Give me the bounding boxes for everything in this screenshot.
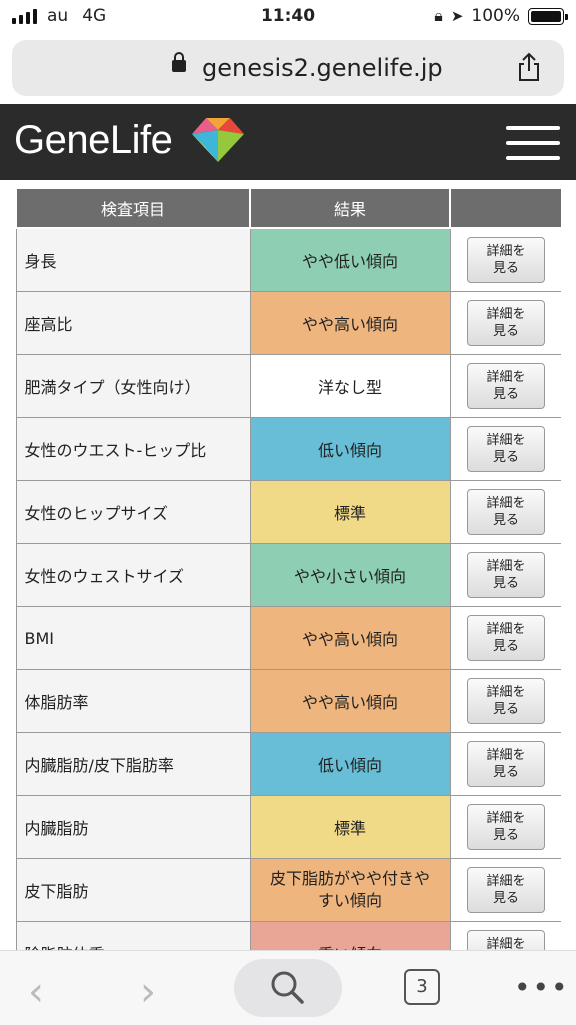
row-item-name: 身長 — [15, 227, 251, 292]
status-bar: au 4G 11:40 🔒︎ ➤ 100% — [0, 0, 576, 34]
gem-logo-icon — [192, 118, 244, 162]
results-table: 検査項目 結果 身長 やや低い傾向 詳細を 見る 座高比 やや高い傾向 詳細を 見る 肥満タイプ… — [15, 187, 561, 950]
details-button[interactable]: 詳細を見る — [467, 930, 545, 950]
search-icon — [271, 971, 304, 1004]
row-result: やや高い傾向 — [249, 606, 451, 670]
search-button[interactable] — [234, 959, 342, 1017]
table-row: 内臓脂肪 標準 詳細を 見る — [15, 795, 561, 859]
column-header-item: 検査項目 — [15, 187, 251, 229]
tabs-button[interactable]: 3 — [404, 969, 440, 1005]
row-item-name: 内臓脂肪/皮下脂肪率 — [15, 732, 251, 796]
details-button[interactable]: 詳細を見る — [467, 237, 545, 283]
row-item-name: 除脂肪体重 — [15, 921, 251, 950]
details-button[interactable]: 詳細を見る — [467, 552, 545, 598]
share-icon[interactable] — [514, 52, 544, 82]
table-row: 身長 やや低い傾向 詳細を 見る — [15, 227, 561, 292]
details-button[interactable]: 詳細を見る — [467, 615, 545, 661]
table-row: BMI やや高い傾向 詳細を 見る — [15, 606, 561, 670]
column-header-action — [449, 187, 561, 229]
row-item-name: 肥満タイプ（女性向け） — [15, 354, 251, 418]
row-item-name: 女性のウエスト-ヒップ比 — [15, 417, 251, 481]
row-result: やや高い傾向 — [249, 669, 451, 733]
back-icon[interactable]: ‹ — [28, 969, 44, 1015]
row-result: 皮下脂肪がやや付きやすい傾向 — [249, 858, 451, 922]
row-item-name: 女性のウェストサイズ — [15, 543, 251, 607]
table-row: 女性のウエスト-ヒップ比 低い傾向 詳細を 見る — [15, 417, 561, 481]
table-row: 除脂肪体重重い傾向詳細を見る — [15, 921, 561, 950]
row-result: 低い傾向 — [249, 732, 451, 796]
column-header-result: 結果 — [249, 187, 451, 229]
table-header-row: 検査項目 結果 — [15, 187, 561, 229]
row-item-name: 女性のヒップサイズ — [15, 480, 251, 544]
lock-icon — [172, 52, 186, 72]
site-header: GeneLife — [0, 104, 576, 180]
details-button[interactable]: 詳細を見る — [467, 867, 545, 913]
details-button[interactable]: 詳細を見る — [467, 489, 545, 535]
table-row: 女性のヒップサイズ 標準 詳細を 見る — [15, 480, 561, 544]
row-result: 重い傾向 — [249, 921, 451, 950]
details-button[interactable]: 詳細を見る — [467, 741, 545, 787]
table-row: 皮下脂肪 皮下脂肪がやや付きやすい傾向 詳細を 見る — [15, 858, 561, 922]
location-icon: ➤ — [450, 7, 464, 25]
table-row: 座高比 やや高い傾向 詳細を 見る — [15, 291, 561, 355]
table-row: 女性のウェストサイズ やや小さい傾向 詳細を 見る — [15, 543, 561, 607]
row-item-name: 座高比 — [15, 291, 251, 355]
battery-icon — [528, 7, 568, 25]
forward-icon[interactable]: › — [140, 969, 156, 1015]
site-logo[interactable]: GeneLife — [14, 118, 173, 163]
details-button[interactable]: 詳細を見る — [467, 804, 545, 850]
battery-percent: 100% — [471, 6, 520, 26]
row-result: 洋なし型 — [249, 354, 451, 418]
hamburger-menu-icon[interactable] — [506, 126, 560, 166]
browser-toolbar: ‹ › 3 ••• — [0, 950, 576, 1025]
details-button[interactable]: 詳細を見る — [467, 300, 545, 346]
table-row: 体脂肪率 やや高い傾向 詳細を 見る — [15, 669, 561, 733]
table-row: 内臓脂肪/皮下脂肪率 低い傾向 詳細を 見る — [15, 732, 561, 796]
details-button[interactable]: 詳細を見る — [467, 363, 545, 409]
details-button[interactable]: 詳細を見る — [467, 426, 545, 472]
details-button[interactable]: 詳細を見る — [467, 678, 545, 724]
row-result: やや小さい傾向 — [249, 543, 451, 607]
row-result: やや低い傾向 — [249, 227, 451, 292]
orientation-lock-icon: 🔒︎ — [434, 6, 443, 25]
address-bar[interactable]: genesis2.genelife.jp — [12, 40, 564, 96]
row-item-name: BMI — [15, 606, 251, 670]
row-item-name: 内臓脂肪 — [15, 795, 251, 859]
row-result: 低い傾向 — [249, 417, 451, 481]
row-result: やや高い傾向 — [249, 291, 451, 355]
more-icon[interactable]: ••• — [514, 971, 570, 1004]
table-row: 肥満タイプ（女性向け） 洋なし型 詳細を 見る — [15, 354, 561, 418]
url-text[interactable]: genesis2.genelife.jp — [202, 54, 443, 82]
row-item-name: 皮下脂肪 — [15, 858, 251, 922]
row-result: 標準 — [249, 795, 451, 859]
row-item-name: 体脂肪率 — [15, 669, 251, 733]
row-result: 標準 — [249, 480, 451, 544]
